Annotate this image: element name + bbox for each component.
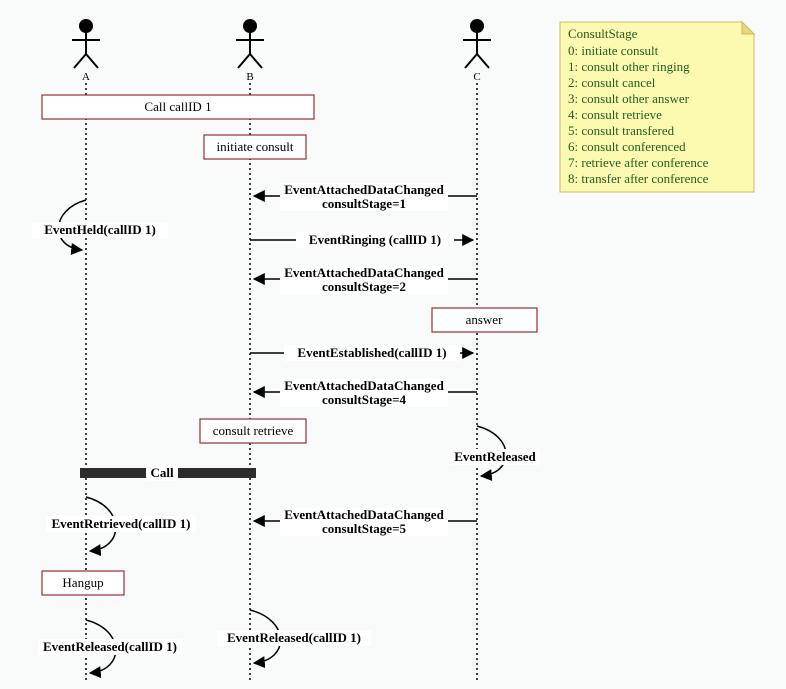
svg-text:EventReleased(callID 1): EventReleased(callID 1) xyxy=(227,630,361,645)
self-released-b: EventReleased(callID 1) xyxy=(217,610,371,663)
call-bar: Call xyxy=(80,465,256,481)
initiate-box: initiate consult xyxy=(204,135,306,159)
initiate-box-label: initiate consult xyxy=(217,139,294,154)
msg-adc-2: EventAttachedDataChanged consultStage=2 xyxy=(254,265,477,294)
self-held: EventHeld(callID 1) xyxy=(32,200,168,250)
hangup-box-label: Hangup xyxy=(62,575,103,590)
svg-text:consultStage=1: consultStage=1 xyxy=(322,196,406,211)
svg-text:EventAttachedDataChanged: EventAttachedDataChanged xyxy=(284,507,444,522)
svg-text:EventReleased(callID 1): EventReleased(callID 1) xyxy=(43,639,177,654)
note-line-4: 4: consult retrieve xyxy=(568,107,662,122)
msg-ringing: EventRinging (callID 1) xyxy=(250,232,473,248)
call-box: Call callID 1 xyxy=(42,95,314,119)
retrieve-box-label: consult retrieve xyxy=(213,423,294,438)
svg-text:EventRetrieved(callID 1): EventRetrieved(callID 1) xyxy=(52,516,191,531)
note-line-7: 7: retrieve after conference xyxy=(568,155,709,170)
retrieve-box: consult retrieve xyxy=(200,419,306,443)
actor-c: C xyxy=(463,19,491,680)
msg-adc-1: EventAttachedDataChanged consultStage=1 xyxy=(254,182,477,211)
note-line-0: 0: initiate consult xyxy=(568,43,659,58)
self-released-a: EventReleased(callID 1) xyxy=(38,620,182,673)
answer-box: answer xyxy=(432,308,537,332)
svg-text:consultStage=5: consultStage=5 xyxy=(322,521,406,536)
svg-text:EventRinging (callID 1): EventRinging (callID 1) xyxy=(309,232,441,247)
note-line-3: 3: consult other answer xyxy=(568,91,690,106)
hangup-box: Hangup xyxy=(42,571,124,595)
self-released-c: EventReleased xyxy=(450,426,540,476)
svg-text:EventAttachedDataChanged: EventAttachedDataChanged xyxy=(284,265,444,280)
svg-text:consultStage=4: consultStage=4 xyxy=(322,392,406,407)
self-retrieved: EventRetrieved(callID 1) xyxy=(46,497,196,551)
call-box-label: Call callID 1 xyxy=(144,99,211,114)
svg-text:EventReleased: EventReleased xyxy=(454,449,536,464)
msg-adc-5: EventAttachedDataChanged consultStage=5 xyxy=(254,507,477,536)
msg-established: EventEstablished(callID 1) xyxy=(250,345,473,361)
consultstage-note: ConsultStage 0: initiate consult 1: cons… xyxy=(560,22,754,192)
svg-text:EventHeld(callID 1): EventHeld(callID 1) xyxy=(44,222,156,237)
svg-text:consultStage=2: consultStage=2 xyxy=(322,279,406,294)
actor-a-label: A xyxy=(82,71,90,83)
answer-box-label: answer xyxy=(466,312,503,327)
msg-adc-4: EventAttachedDataChanged consultStage=4 xyxy=(254,378,477,407)
note-line-8: 8: transfer after conference xyxy=(568,171,709,186)
sequence-diagram: A B C ConsultStage 0: initiate consult 1… xyxy=(0,0,786,689)
note-line-6: 6: consult conferenced xyxy=(568,139,686,154)
note-line-2: 2: consult cancel xyxy=(568,75,656,90)
actor-c-label: C xyxy=(473,71,480,83)
note-line-5: 5: consult transfered xyxy=(568,123,675,138)
svg-text:Call: Call xyxy=(150,465,174,480)
svg-text:EventAttachedDataChanged: EventAttachedDataChanged xyxy=(284,182,444,197)
actor-b-label: B xyxy=(246,71,253,83)
svg-text:EventEstablished(callID 1): EventEstablished(callID 1) xyxy=(297,345,446,360)
svg-text:EventAttachedDataChanged: EventAttachedDataChanged xyxy=(284,378,444,393)
note-line-1: 1: consult other ringing xyxy=(568,59,690,74)
note-title: ConsultStage xyxy=(568,26,638,41)
